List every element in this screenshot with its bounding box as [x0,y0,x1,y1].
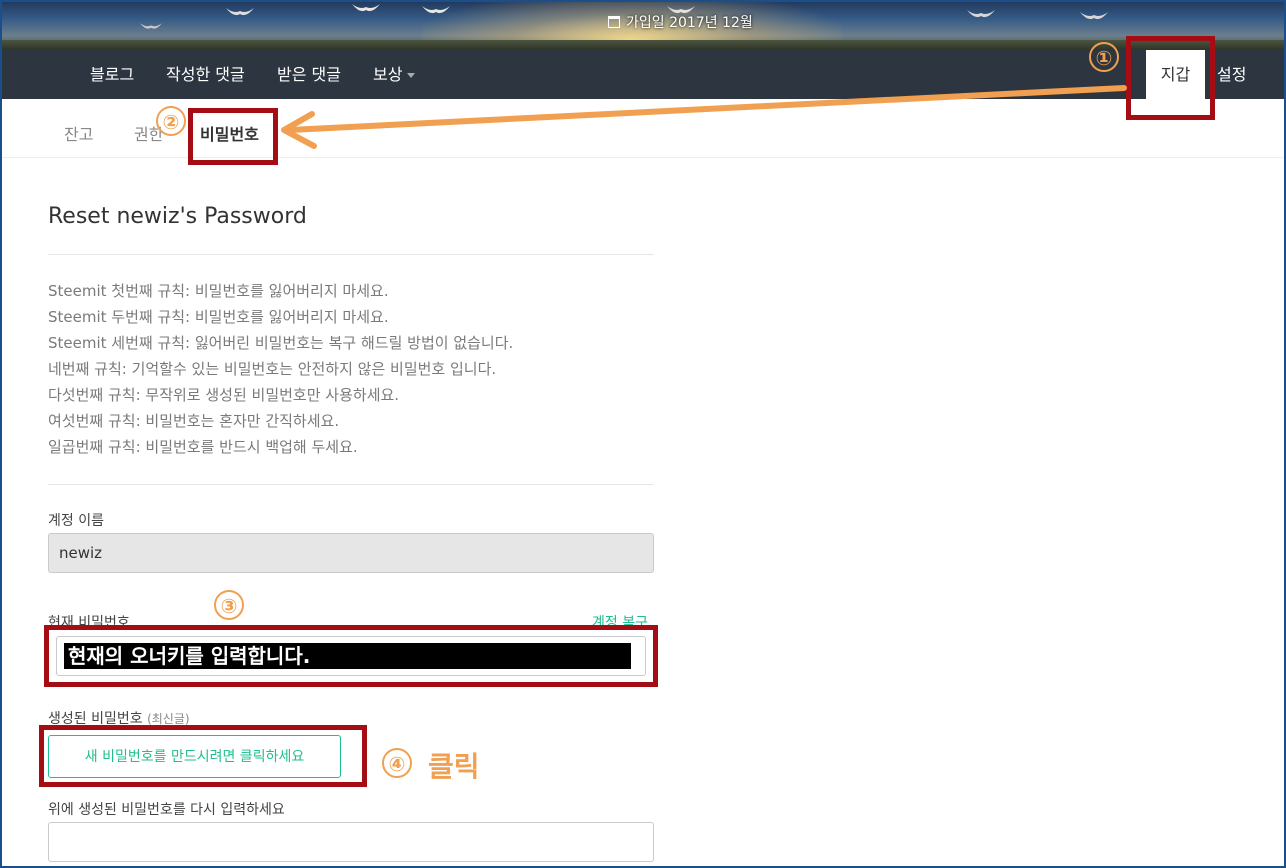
annotation-arrow [281,85,1127,149]
